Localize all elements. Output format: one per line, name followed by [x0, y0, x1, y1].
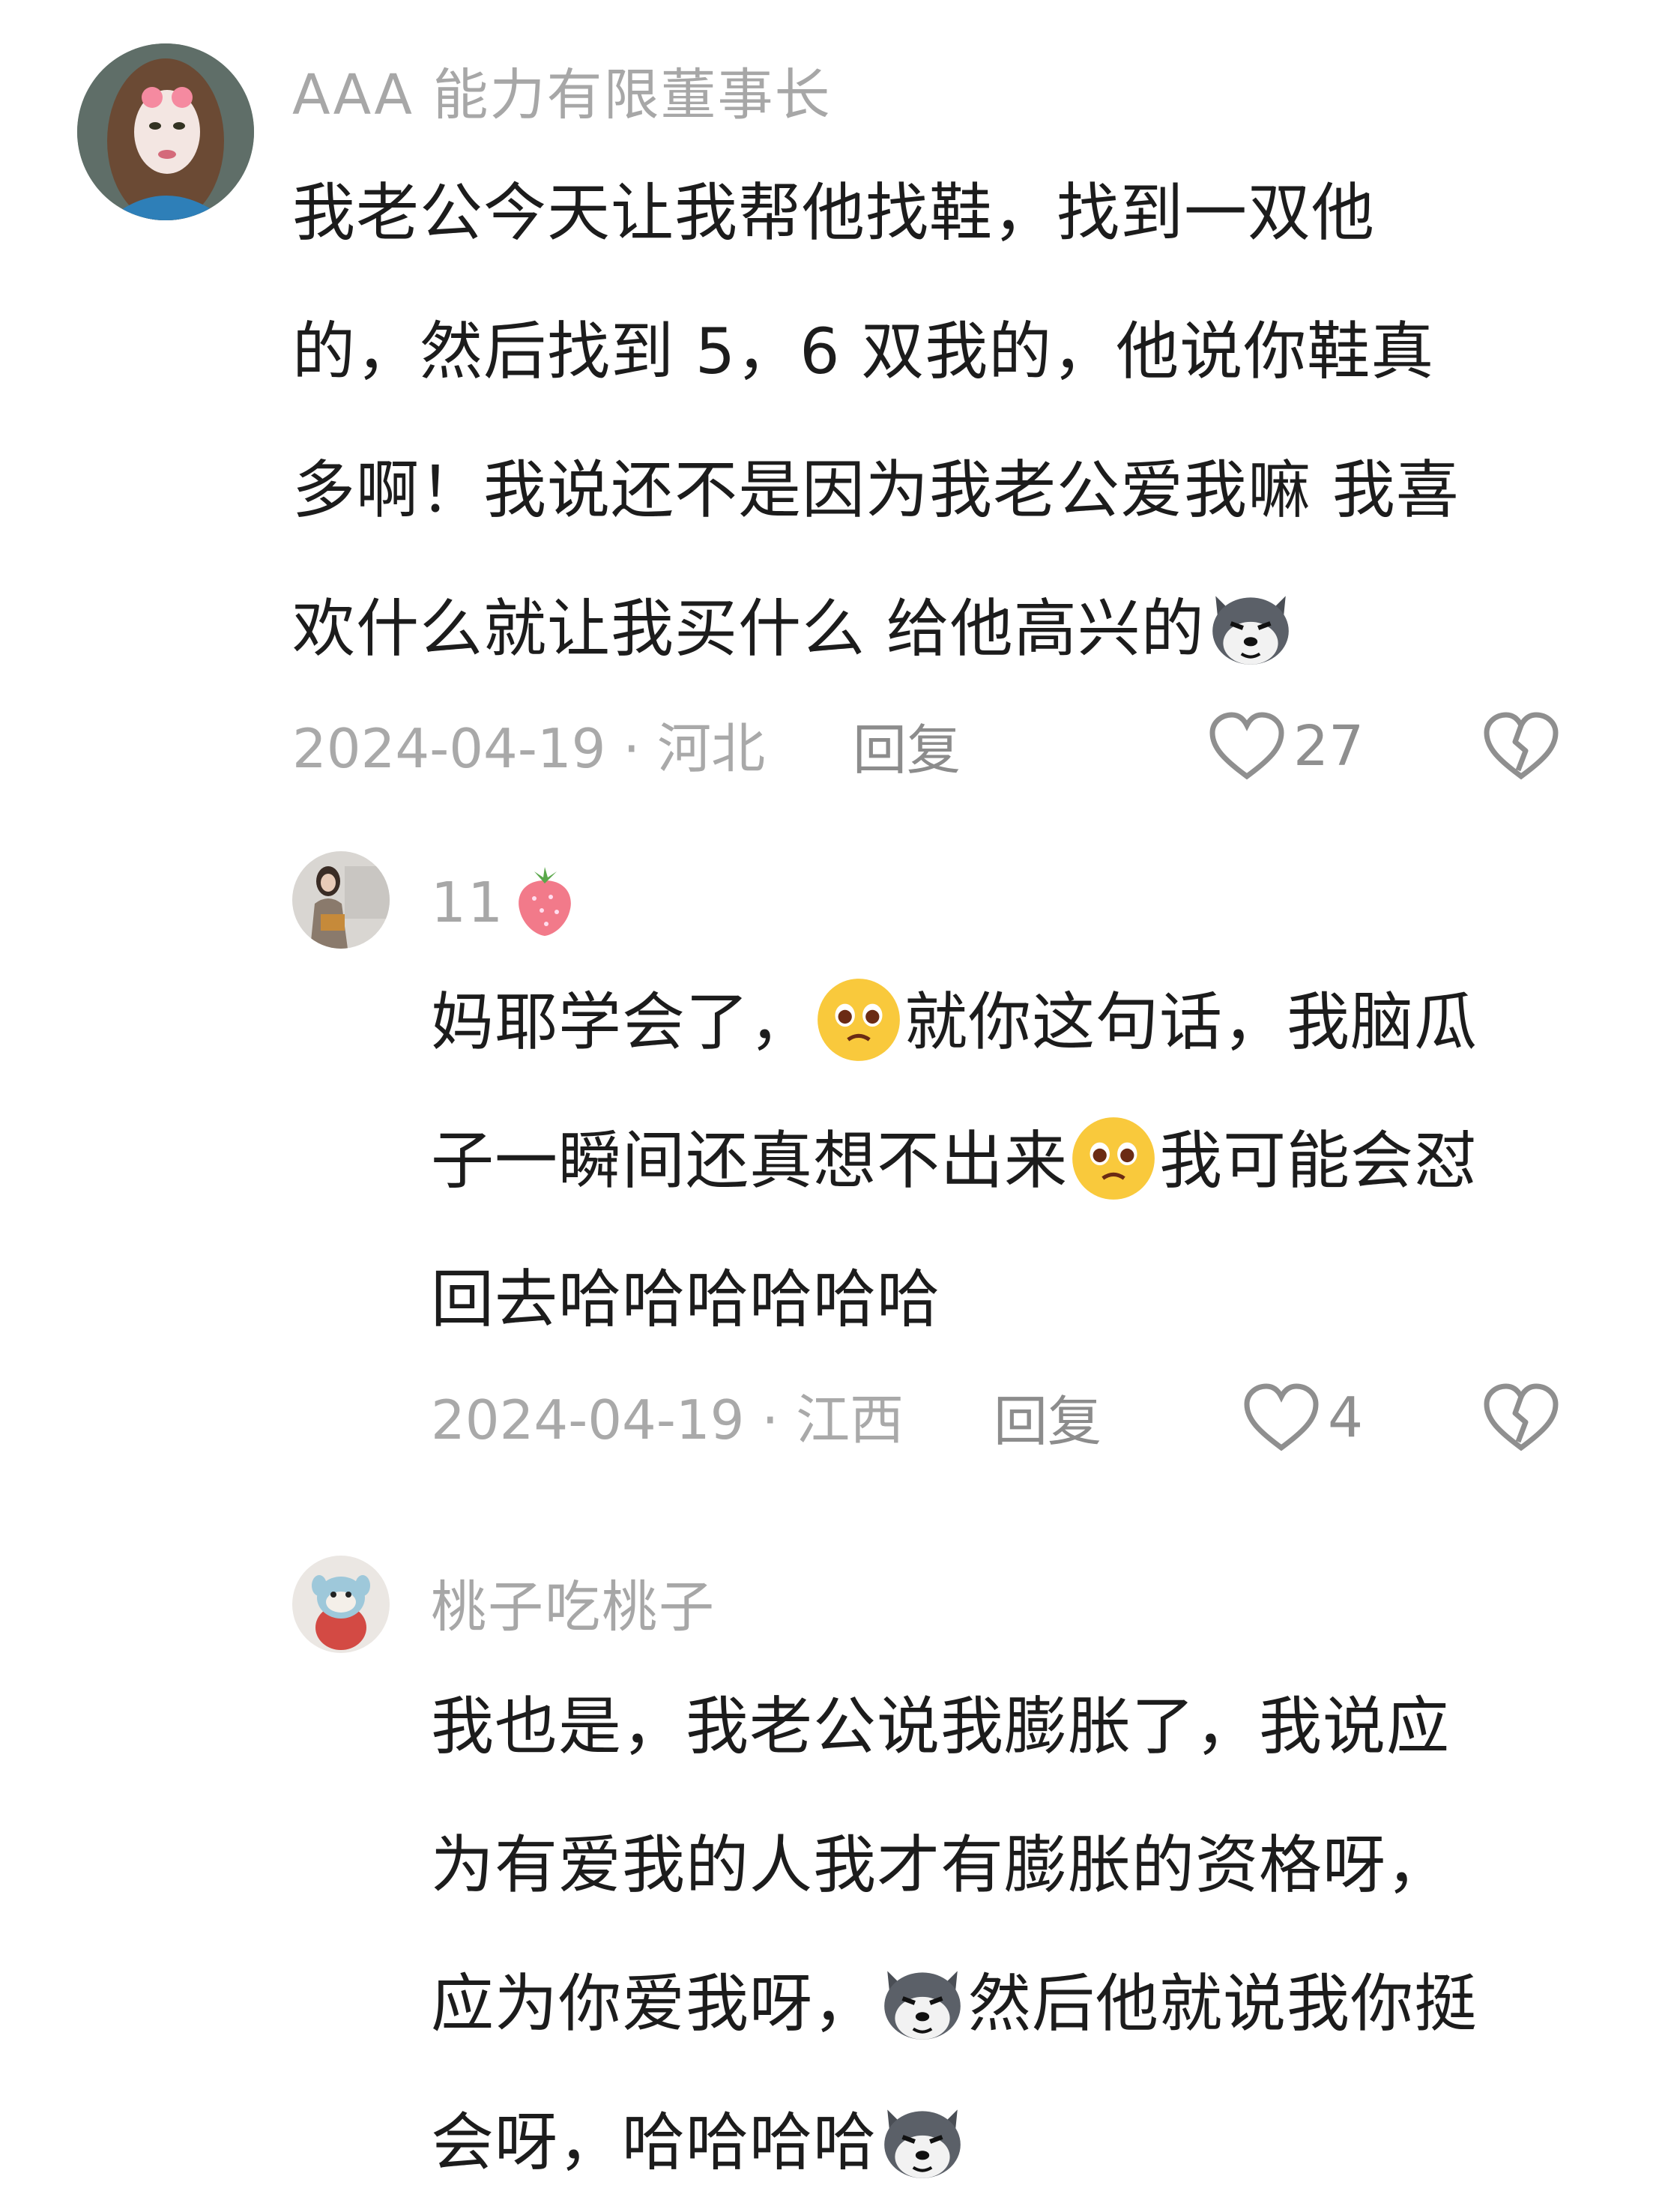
- like-count: 27: [1293, 714, 1365, 779]
- pleading-face-emoji: [1072, 1117, 1155, 1200]
- comment-line: 应为你爱我呀， 然后他就说我你挺: [431, 1935, 1478, 2073]
- comment-text: 我老公今天让我帮他找鞋，找到一双他 的，然后找到 5，6 双我的，他说你鞋真 多…: [292, 144, 1460, 698]
- comment-line: 我也是，我老公说我膨胀了，我说应: [431, 1690, 1451, 1763]
- comment-line: 多啊！我说还不是因为我老公爱我嘛 我喜: [292, 453, 1460, 527]
- avatar[interactable]: [77, 43, 254, 220]
- broken-heart-icon: [1484, 1383, 1559, 1451]
- like-button[interactable]: 4: [1244, 1383, 1363, 1452]
- comment-date-location: 2024-04-19 · 河北: [292, 717, 766, 780]
- like-count: 4: [1328, 1385, 1364, 1450]
- comment-line: 回去哈哈哈哈哈哈: [431, 1263, 941, 1336]
- dislike-button[interactable]: [1484, 1383, 1559, 1455]
- heart-icon: [1244, 1383, 1319, 1451]
- comment-line: 我老公今天让我帮他找鞋，找到一双他: [292, 176, 1376, 250]
- comment-text: 妈耶学会了， 就你这句话，我脑瓜 子一瞬间还真想不出来 我可能会怼 回去哈哈哈哈哈哈: [431, 953, 1478, 1369]
- comment-username[interactable]: AAA 能力有限董事长: [292, 61, 832, 129]
- comment-line: 妈耶学会了， 就你这句话，我脑瓜: [431, 953, 1478, 1092]
- broken-heart-icon: [1484, 712, 1559, 780]
- comment-line: 为有爱我的人我才有膨胀的资格呀，: [431, 1828, 1451, 1902]
- strawberry-icon: [519, 867, 572, 937]
- husky-emoji: [884, 1971, 961, 2040]
- toy-mascot-avatar-icon: [292, 1556, 390, 1653]
- comment-username[interactable]: 桃子吃桃子: [431, 1574, 716, 1641]
- girl-avatar-icon: [77, 43, 254, 220]
- comment-line: 子一瞬间还真想不出来 我可能会怼: [431, 1092, 1478, 1230]
- heart-icon: [1209, 712, 1284, 780]
- comment-text: 我也是，我老公说我膨胀了，我说应 为有爱我的人我才有膨胀的资格呀， 应为你爱我呀…: [431, 1658, 1478, 2212]
- comment-line: 的，然后找到 5，6 双我的，他说你鞋真: [292, 315, 1435, 388]
- comment-line: 欢什么就让我买什么 给他高兴的: [292, 560, 1460, 698]
- like-button[interactable]: 27: [1209, 712, 1364, 781]
- reply-button[interactable]: 回复: [853, 716, 961, 784]
- woman-photo-avatar-icon: [292, 851, 390, 949]
- comment-username[interactable]: 11: [431, 867, 578, 937]
- reply-button[interactable]: 回复: [994, 1388, 1102, 1455]
- husky-emoji: [884, 2109, 961, 2178]
- comment-date-location: 2024-04-19 · 江西: [431, 1388, 904, 1451]
- avatar[interactable]: [292, 851, 390, 949]
- dislike-button[interactable]: [1484, 712, 1559, 784]
- comment-line: 会呀，哈哈哈哈: [431, 2073, 1478, 2212]
- avatar[interactable]: [292, 1556, 390, 1653]
- pleading-face-emoji: [818, 979, 900, 1061]
- husky-emoji: [1212, 596, 1289, 665]
